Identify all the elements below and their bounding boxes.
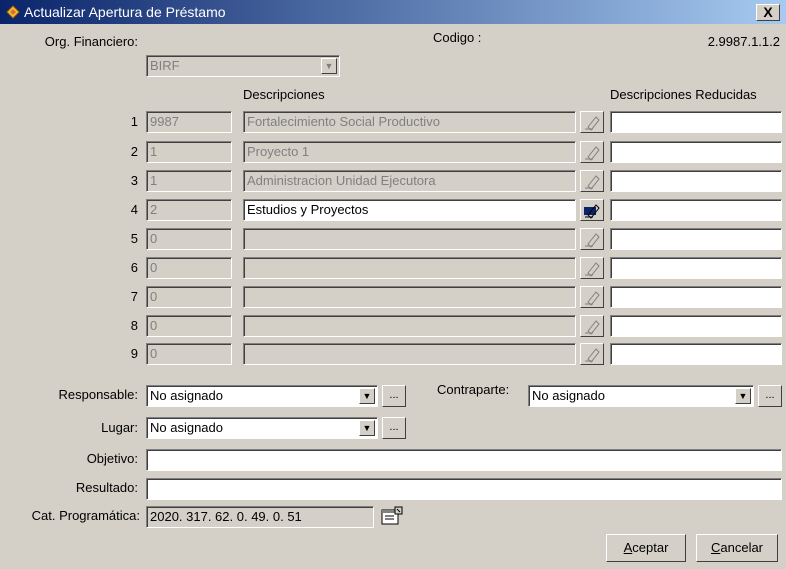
responsable-combo[interactable]: No asignado ▼ xyxy=(146,385,378,407)
pencil-icon xyxy=(585,116,600,131)
row-edit-button[interactable] xyxy=(580,228,604,250)
cancelar-button[interactable]: Cancelar xyxy=(696,534,778,562)
title-bar: Actualizar Apertura de Préstamo X xyxy=(0,0,786,24)
chevron-down-icon[interactable]: ▼ xyxy=(359,388,375,404)
row-edit-button[interactable] xyxy=(580,286,604,308)
codigo-value: 2.9987.1.1.2 xyxy=(707,34,780,49)
close-button[interactable]: X xyxy=(756,4,780,21)
row-code-field: 0 xyxy=(146,286,232,308)
row-reduced-field[interactable] xyxy=(610,111,782,133)
row-description-field[interactable]: Estudios y Proyectos xyxy=(243,199,576,221)
row-code-field: 0 xyxy=(146,315,232,337)
resultado-input[interactable] xyxy=(146,478,782,500)
row-edit-button[interactable] xyxy=(580,141,604,163)
row-number: 9 xyxy=(130,346,138,361)
cat-programatica-label: Cat. Programática: xyxy=(31,508,140,523)
chevron-down-icon[interactable]: ▼ xyxy=(359,420,375,436)
cancelar-label: ancelar xyxy=(720,540,764,555)
pencil-icon xyxy=(585,146,600,161)
resultado-label: Resultado: xyxy=(75,480,138,495)
row-reduced-field[interactable] xyxy=(610,141,782,163)
row-number: 6 xyxy=(130,260,138,275)
app-icon xyxy=(6,5,20,19)
row-reduced-field[interactable] xyxy=(610,315,782,337)
pencil-icon xyxy=(585,175,600,190)
row-description-field xyxy=(243,228,576,250)
row-number: 5 xyxy=(130,231,138,246)
row-description-field: Fortalecimiento Social Productivo xyxy=(243,111,576,133)
row-description-field xyxy=(243,257,576,279)
responsable-browse-button[interactable]: ... xyxy=(382,385,406,407)
contraparte-label: Contraparte: xyxy=(437,382,510,397)
row-code-field: 0 xyxy=(146,228,232,250)
header-reducidas: Descripciones Reducidas xyxy=(610,87,757,102)
properties-icon xyxy=(381,506,403,525)
responsable-value: No asignado xyxy=(150,388,223,403)
contraparte-browse-button[interactable]: ... xyxy=(758,385,782,407)
row-reduced-field[interactable] xyxy=(610,170,782,192)
lugar-label: Lugar: xyxy=(101,420,138,435)
objetivo-input[interactable] xyxy=(146,449,782,471)
pencil-icon xyxy=(585,291,600,306)
cat-picker-button[interactable] xyxy=(380,506,404,528)
org-label: Org. Financiero: xyxy=(44,34,138,49)
pencil-icon xyxy=(585,320,600,335)
row-description-field: Administracion Unidad Ejecutora xyxy=(243,170,576,192)
pencil-icon xyxy=(585,348,600,363)
row-edit-button[interactable] xyxy=(580,199,604,221)
aceptar-button[interactable]: Aceptar xyxy=(606,534,686,562)
contraparte-value: No asignado xyxy=(532,388,605,403)
row-description-field xyxy=(243,343,576,365)
pencil-icon xyxy=(585,262,600,277)
row-reduced-field[interactable] xyxy=(610,286,782,308)
chevron-down-icon[interactable]: ▼ xyxy=(735,388,751,404)
pencil-icon xyxy=(585,233,600,248)
header-descripciones: Descripciones xyxy=(243,87,325,102)
row-code-field: 1 xyxy=(146,141,232,163)
row-reduced-field[interactable] xyxy=(610,228,782,250)
window-title: Actualizar Apertura de Préstamo xyxy=(24,4,226,20)
row-code-field: 0 xyxy=(146,257,232,279)
row-number: 8 xyxy=(130,318,138,333)
row-reduced-field[interactable] xyxy=(610,257,782,279)
lugar-combo[interactable]: No asignado ▼ xyxy=(146,417,378,439)
responsable-label: Responsable: xyxy=(58,387,139,402)
row-number: 2 xyxy=(130,144,138,159)
row-description-field xyxy=(243,286,576,308)
contraparte-combo[interactable]: No asignado ▼ xyxy=(528,385,754,407)
row-code-field: 2 xyxy=(146,199,232,221)
row-description-field: Proyecto 1 xyxy=(243,141,576,163)
row-number: 1 xyxy=(130,114,138,129)
row-number: 4 xyxy=(130,202,138,217)
org-combo[interactable]: BIRF ▼ xyxy=(146,55,340,77)
lugar-browse-button[interactable]: ... xyxy=(382,417,406,439)
row-code-field: 1 xyxy=(146,170,232,192)
pencil-icon xyxy=(584,204,600,219)
row-code-field: 9987 xyxy=(146,111,232,133)
row-edit-button[interactable] xyxy=(580,170,604,192)
cancelar-accel: C xyxy=(710,540,721,555)
chevron-down-icon[interactable]: ▼ xyxy=(321,58,337,74)
row-number: 7 xyxy=(130,289,138,304)
objetivo-label: Objetivo: xyxy=(86,451,138,466)
cat-programatica-field: 2020. 317. 62. 0. 49. 0. 51 xyxy=(146,506,374,528)
lugar-value: No asignado xyxy=(150,420,223,435)
dialog-window: Actualizar Apertura de Préstamo X Org. F… xyxy=(0,0,786,569)
aceptar-accel: A xyxy=(623,540,633,555)
row-edit-button[interactable] xyxy=(580,111,604,133)
row-reduced-field[interactable] xyxy=(610,343,782,365)
row-edit-button[interactable] xyxy=(580,315,604,337)
row-number: 3 xyxy=(130,173,138,188)
row-edit-button[interactable] xyxy=(580,257,604,279)
codigo-label: Codigo : xyxy=(433,30,482,45)
row-edit-button[interactable] xyxy=(580,343,604,365)
org-value: BIRF xyxy=(150,58,180,73)
aceptar-label: ceptar xyxy=(632,540,669,555)
row-reduced-field[interactable] xyxy=(610,199,782,221)
row-description-field xyxy=(243,315,576,337)
row-code-field: 0 xyxy=(146,343,232,365)
